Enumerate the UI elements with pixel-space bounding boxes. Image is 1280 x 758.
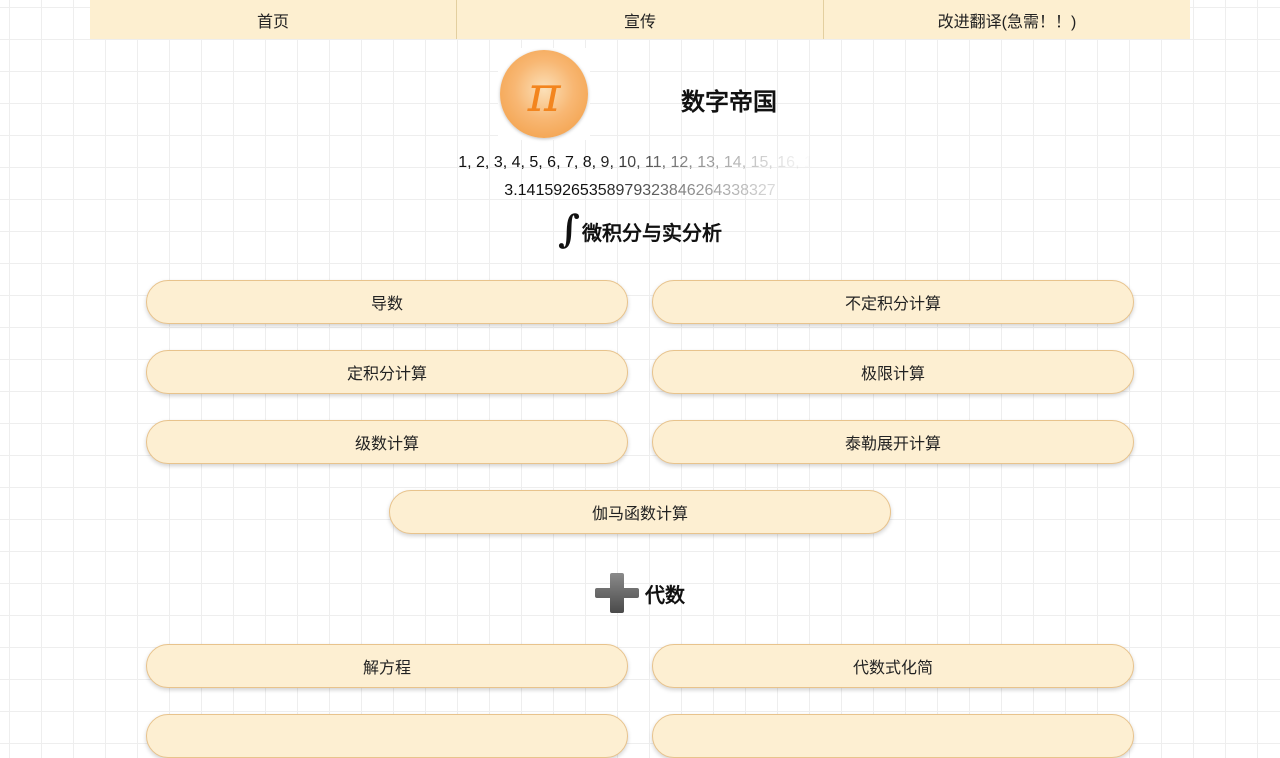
integral-icon: ∫ <box>557 206 580 251</box>
number-ticker-text: 1, 2, 3, 4, 5, 6, 7, 8, 9, 10, 11, 12, 1… <box>458 154 822 171</box>
algebra-button-partial-right[interactable] <box>652 714 1134 758</box>
pi-symbol: π <box>527 65 561 123</box>
nav-home[interactable]: 首页 <box>90 0 457 39</box>
gamma-function-button[interactable]: 伽马函数计算 <box>389 490 891 534</box>
calculus-section-heading: ∫ 微积分与实分析 <box>0 210 1280 252</box>
algebra-button-partial-left[interactable] <box>146 714 628 758</box>
indefinite-integral-button[interactable]: 不定积分计算 <box>652 280 1134 324</box>
pi-logo[interactable]: π <box>500 50 588 138</box>
pi-digits-ticker: 3.14159265358979323846264338327 <box>440 182 840 200</box>
solve-equation-button[interactable]: 解方程 <box>146 644 628 688</box>
derivative-button[interactable]: 导数 <box>146 280 628 324</box>
nav-improve-translation[interactable]: 改进翻译(急需！！) <box>824 0 1190 39</box>
top-nav: 首页 宣传 改进翻译(急需！！) <box>90 0 1190 39</box>
pi-digits-text: 3.14159265358979323846264338327 <box>504 182 776 199</box>
calculus-section-title: 微积分与实分析 <box>582 222 722 245</box>
series-button[interactable]: 级数计算 <box>146 420 628 464</box>
logo-container: π <box>498 48 590 140</box>
nav-promotion[interactable]: 宣传 <box>457 0 824 39</box>
algebra-section-title: 代数 <box>645 584 685 607</box>
simplify-expression-button[interactable]: 代数式化简 <box>652 644 1134 688</box>
plus-icon <box>595 573 639 613</box>
algebra-section-heading: 代数 <box>0 568 1280 618</box>
definite-integral-button[interactable]: 定积分计算 <box>146 350 628 394</box>
taylor-expansion-button[interactable]: 泰勒展开计算 <box>652 420 1134 464</box>
number-ticker: 1, 2, 3, 4, 5, 6, 7, 8, 9, 10, 11, 12, 1… <box>440 154 840 172</box>
limit-button[interactable]: 极限计算 <box>652 350 1134 394</box>
site-title: 数字帝国 <box>681 89 777 116</box>
